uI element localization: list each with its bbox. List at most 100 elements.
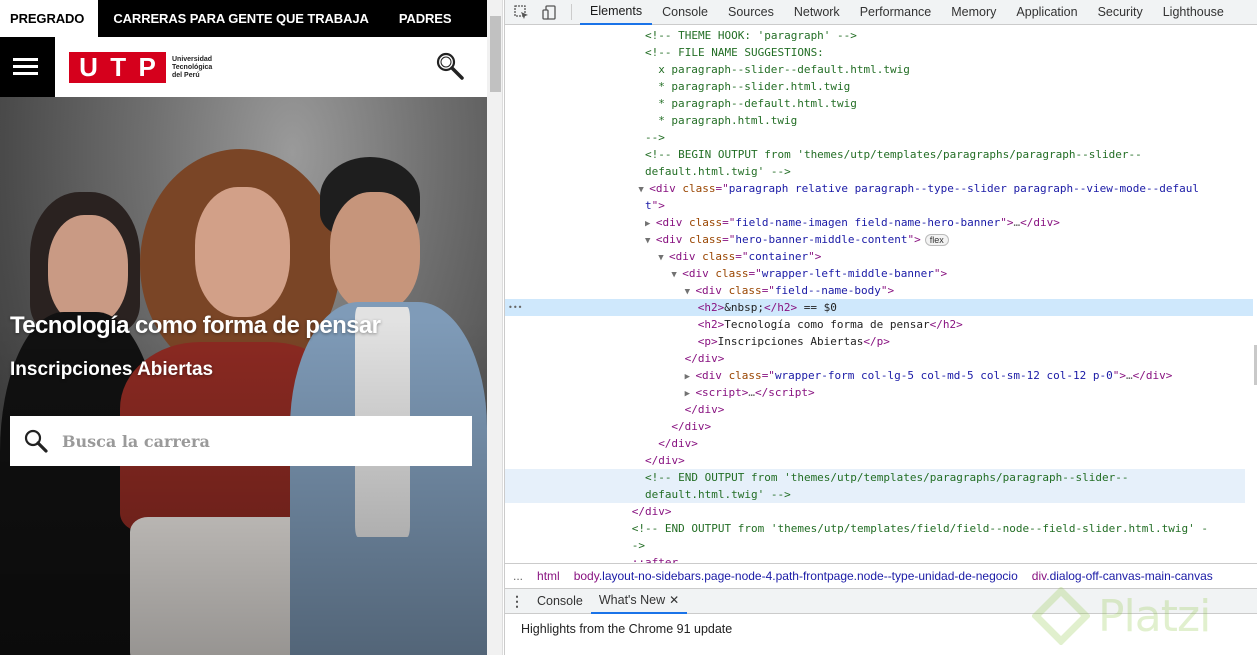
tab-console[interactable]: Console bbox=[652, 0, 718, 25]
platzi-logo-icon bbox=[1032, 587, 1090, 645]
dom-comment: <!-- THEME HOOK: 'paragraph' --> bbox=[645, 29, 857, 42]
breadcrumb-div[interactable]: div.dialog-off-canvas-main-canvas bbox=[1025, 569, 1220, 583]
search-icon[interactable] bbox=[10, 416, 62, 466]
dom-node-line[interactable]: default.html.twig' --> bbox=[505, 163, 791, 180]
dom-node-line[interactable]: <h2>Tecnología como forma de pensar</h2> bbox=[505, 316, 963, 333]
dom-tag: =" bbox=[748, 267, 762, 280]
dom-node-line[interactable]: </div> bbox=[505, 350, 725, 367]
website-viewport: PREGRADO CARRERAS PARA GENTE QUE TRABAJA… bbox=[0, 0, 487, 655]
career-search-input[interactable] bbox=[62, 431, 442, 451]
tab-performance[interactable]: Performance bbox=[850, 0, 942, 25]
dom-node-line[interactable]: ▼ <div class="hero-banner-middle-content… bbox=[505, 231, 949, 248]
page-scrollbar-thumb[interactable] bbox=[490, 16, 501, 92]
dom-node-line[interactable]: <p>Inscripciones Abiertas</p> bbox=[505, 333, 890, 350]
breadcrumb-class: .dialog-off-canvas-main-canvas bbox=[1046, 569, 1213, 583]
device-toolbar-icon[interactable] bbox=[537, 0, 561, 24]
dom-node-line[interactable]: t"> bbox=[505, 197, 665, 214]
dom-attr-name: class bbox=[728, 284, 762, 297]
dom-tag: <div bbox=[695, 369, 729, 382]
drawer-tab-whats-new[interactable]: What's New ✕ bbox=[590, 589, 688, 614]
dom-tag: <h2> bbox=[697, 301, 725, 314]
dom-tag: "> bbox=[933, 267, 948, 280]
dom-node-line[interactable]: ▶ <div class="wrapper-form col-lg-5 col-… bbox=[505, 367, 1173, 384]
close-icon[interactable]: ✕ bbox=[669, 593, 679, 607]
dom-node-line[interactable]: ▼ <div class="container"> bbox=[505, 248, 821, 265]
dom-node-line[interactable]: --> bbox=[505, 129, 665, 146]
dom-node-line[interactable]: </div> bbox=[505, 418, 711, 435]
dom-node-line[interactable]: <h2>&nbsp;</h2> == $0 ••• bbox=[505, 299, 1253, 316]
dom-node-line[interactable]: x paragraph--slider--default.html.twig bbox=[505, 61, 910, 78]
page-scrollbar[interactable] bbox=[487, 0, 503, 655]
dom-tag: <div bbox=[695, 284, 729, 297]
expand-triangle-icon: ▼ bbox=[645, 236, 656, 246]
dom-node-line[interactable]: ▼ <div class="field--name-body"> bbox=[505, 282, 895, 299]
hero-subtitle: Inscripciones Abiertas bbox=[10, 359, 214, 380]
dom-tag: <div bbox=[655, 216, 689, 229]
breadcrumb-html[interactable]: html bbox=[530, 569, 567, 583]
dom-node-line[interactable]: * paragraph.html.twig bbox=[505, 112, 797, 129]
drawer-tab-console[interactable]: Console bbox=[529, 589, 591, 614]
dom-node-line[interactable]: default.html.twig' --> bbox=[505, 486, 1245, 503]
nav-tab-carreras-gente-trabaja[interactable]: CARRERAS PARA GENTE QUE TRABAJA bbox=[98, 0, 383, 37]
selected-node-marker: == $0 bbox=[797, 301, 837, 314]
expand-triangle-icon: ▼ bbox=[638, 185, 650, 195]
dom-node-line[interactable]: ▶ <script>…</script> bbox=[505, 384, 815, 401]
drawer-menu-icon[interactable]: ⋮ bbox=[505, 593, 529, 610]
dom-node-line[interactable]: * paragraph--default.html.twig bbox=[505, 95, 857, 112]
dom-tag: =" bbox=[722, 233, 736, 246]
breadcrumb-tag: div bbox=[1031, 569, 1047, 583]
dom-comment: default.html.twig' --> bbox=[645, 165, 791, 178]
dom-node-line[interactable]: -> bbox=[505, 537, 645, 554]
dom-node-line[interactable]: <!-- END OUTPUT from 'themes/utp/templat… bbox=[505, 520, 1208, 537]
dom-tag: "> bbox=[1000, 216, 1014, 229]
dom-node-line[interactable]: </div> bbox=[505, 435, 698, 452]
nav-tab-pregrado[interactable]: PREGRADO bbox=[0, 0, 99, 37]
dom-node-line[interactable]: <!-- END OUTPUT from 'themes/utp/templat… bbox=[505, 469, 1245, 486]
dom-tag: "> bbox=[651, 199, 665, 212]
dom-tag: "> bbox=[808, 250, 822, 263]
dom-comment: <!-- END OUTPUT from 'themes/utp/templat… bbox=[645, 471, 1129, 484]
tab-lighthouse[interactable]: Lighthouse bbox=[1153, 0, 1234, 25]
tab-memory[interactable]: Memory bbox=[941, 0, 1006, 25]
logo-subtitle: Universidad Tecnológica del Perú bbox=[172, 55, 213, 79]
flex-badge[interactable]: flex bbox=[924, 234, 949, 246]
dom-tag: </div> bbox=[645, 454, 685, 467]
node-actions-icon[interactable]: ••• bbox=[508, 299, 522, 316]
dom-tag: <div bbox=[682, 267, 716, 280]
dom-node-line[interactable]: </div> bbox=[505, 452, 685, 469]
dom-tag: =" bbox=[761, 369, 775, 382]
tab-application[interactable]: Application bbox=[1006, 0, 1087, 25]
utp-logo[interactable]: U T P Universidad Tecnológica del Perú bbox=[69, 52, 222, 83]
dom-node-line[interactable]: ▼ <div class="paragraph relative paragra… bbox=[505, 180, 1199, 197]
hamburger-menu-icon[interactable] bbox=[0, 37, 55, 97]
nav-tab-padres[interactable]: PADRES bbox=[384, 0, 467, 37]
career-search-box bbox=[10, 416, 472, 466]
dom-node-line[interactable]: <!-- THEME HOOK: 'paragraph' --> bbox=[505, 27, 857, 44]
dom-node-line[interactable]: ::after bbox=[505, 554, 678, 563]
dom-tag: <p> bbox=[697, 335, 718, 348]
breadcrumb-body[interactable]: body.layout-no-sidebars.page-node-4.path… bbox=[567, 569, 1025, 583]
dom-node-line[interactable]: <!-- BEGIN OUTPUT from 'themes/utp/templ… bbox=[505, 146, 1142, 163]
tab-sources[interactable]: Sources bbox=[718, 0, 784, 25]
dom-tag: =" bbox=[715, 182, 729, 195]
dom-node-line[interactable]: ▼ <div class="wrapper-left-middle-banner… bbox=[505, 265, 947, 282]
dom-node-line[interactable]: ▶ <div class="field-name-imagen field-na… bbox=[505, 214, 1060, 231]
search-icon[interactable] bbox=[435, 51, 465, 81]
dom-node-line[interactable]: * paragraph--slider.html.twig bbox=[505, 78, 850, 95]
dom-node-line[interactable]: </div> bbox=[505, 401, 725, 418]
tab-elements[interactable]: Elements bbox=[580, 0, 653, 25]
tab-security[interactable]: Security bbox=[1088, 0, 1153, 25]
dom-tag: "> bbox=[907, 233, 921, 246]
hero-title: Tecnología como forma de pensar bbox=[10, 312, 381, 339]
utp-logo-mark: U T P bbox=[69, 52, 166, 83]
devtools-tab-bar: Elements Console Sources Network Perform… bbox=[505, 0, 1257, 25]
dom-tag: "> bbox=[880, 284, 895, 297]
tab-network[interactable]: Network bbox=[784, 0, 850, 25]
dom-attr-value: wrapper-form col-lg-5 col-md-5 col-sm-12… bbox=[774, 369, 1113, 382]
dom-tag: <h2> bbox=[697, 318, 725, 331]
dom-node-line[interactable]: <!-- FILE NAME SUGGESTIONS: bbox=[505, 44, 824, 61]
breadcrumb-ellipsis[interactable]: ... bbox=[505, 569, 530, 583]
inspect-element-icon[interactable] bbox=[509, 0, 533, 24]
platzi-watermark-text: Platzi bbox=[1098, 590, 1211, 642]
dom-node-line[interactable]: </div> bbox=[505, 503, 672, 520]
